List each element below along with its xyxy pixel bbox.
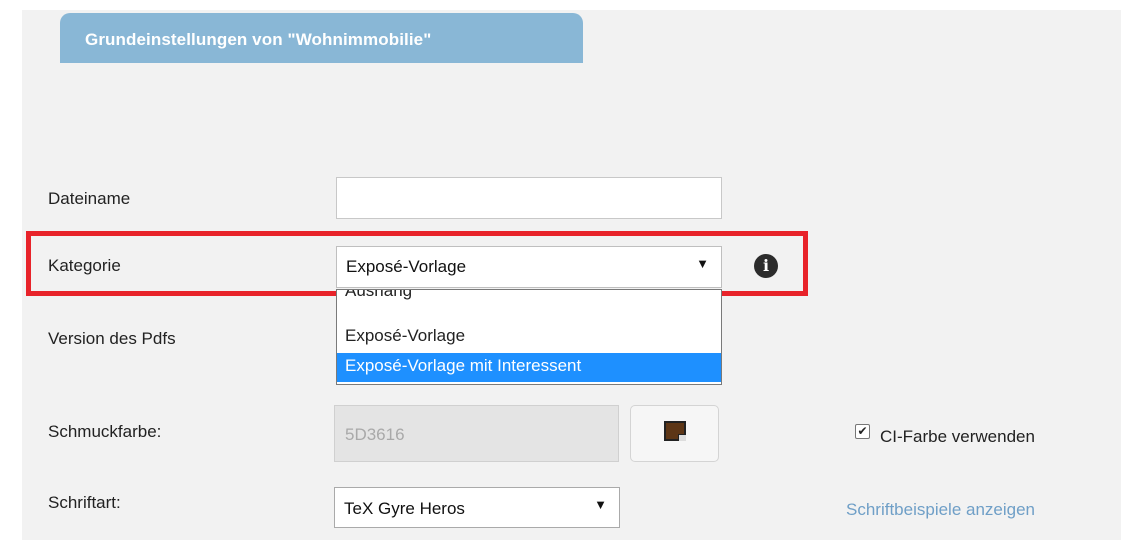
schriftart-select[interactable]: TeX Gyre Heros ▼	[334, 487, 620, 528]
kategorie-label: Kategorie	[48, 256, 121, 275]
top-strip	[0, 0, 1121, 10]
dropdown-option-expose-vorlage-mit-interessent[interactable]: Exposé-Vorlage mit Interessent	[337, 353, 721, 382]
schmuckfarbe-value: 5D3616	[345, 425, 405, 444]
dropdown-option-expose-vorlage[interactable]: Exposé-Vorlage	[337, 323, 721, 348]
kategorie-select[interactable]: Exposé-Vorlage ▼	[336, 246, 722, 288]
color-picker-button[interactable]	[630, 405, 719, 462]
schriftart-selected-value: TeX Gyre Heros	[344, 499, 465, 518]
ci-farbe-label: CI-Farbe verwenden	[880, 427, 1035, 446]
chevron-down-icon: ▼	[696, 256, 709, 271]
schmuckfarbe-label: Schmuckfarbe:	[48, 422, 162, 441]
tab-grundeinstellungen[interactable]: Grundeinstellungen von "Wohnimmobilie"	[60, 13, 583, 63]
schriftart-label: Schriftart:	[48, 493, 121, 512]
dropdown-option-aushang[interactable]: Aushang	[337, 290, 721, 303]
chevron-down-icon: ▼	[594, 497, 607, 512]
info-icon[interactable]: i	[754, 254, 778, 278]
ci-farbe-checkbox[interactable]: ✔	[855, 424, 870, 439]
schmuckfarbe-input[interactable]: 5D3616	[334, 405, 619, 462]
version-label: Version des Pdfs	[48, 329, 176, 348]
schriftbeispiele-link[interactable]: Schriftbeispiele anzeigen	[846, 500, 1035, 520]
kategorie-selected-value: Exposé-Vorlage	[346, 257, 467, 276]
color-swatch-icon	[664, 421, 686, 441]
dateiname-label: Dateiname	[48, 189, 131, 208]
dateiname-input[interactable]	[336, 177, 722, 219]
kategorie-dropdown-list: Aushang Exposé-Vorlage Exposé-Vorlage mi…	[336, 289, 722, 385]
